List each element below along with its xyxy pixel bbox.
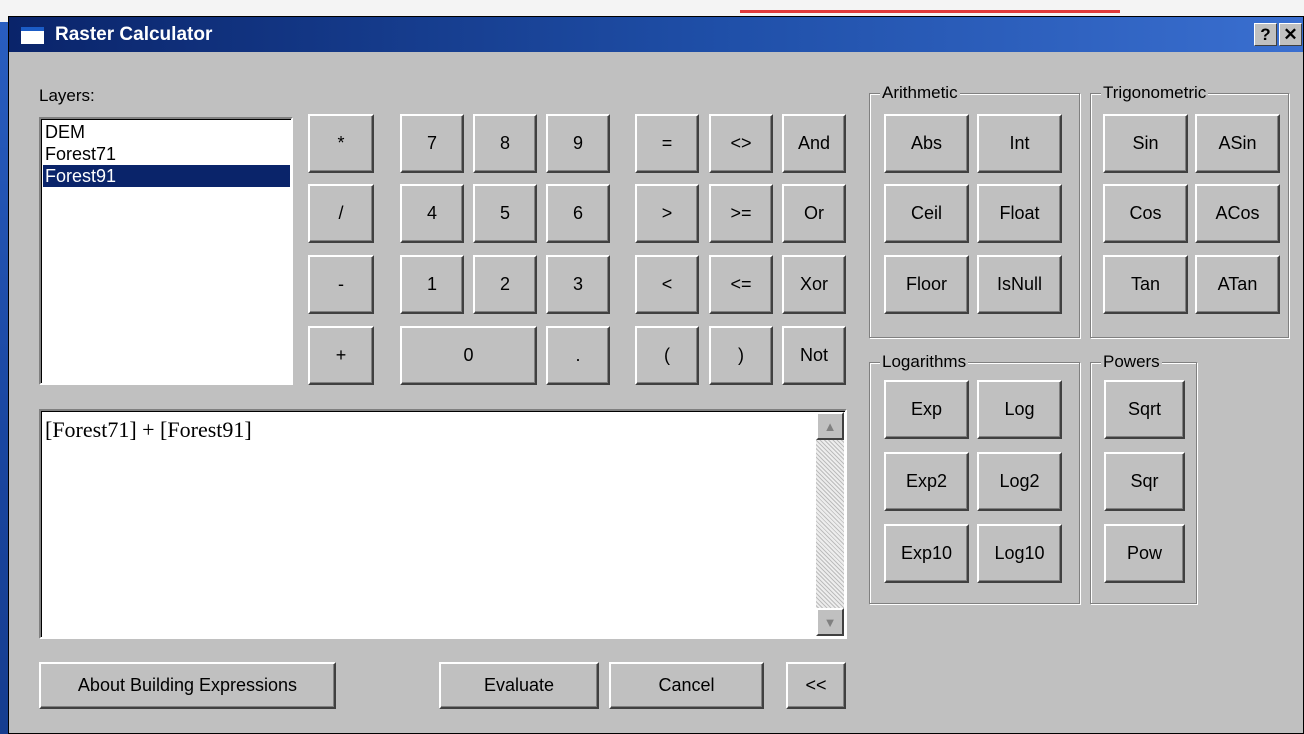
raster-calculator-dialog: Raster Calculator ? ✕ Layers: DEM Forest… bbox=[8, 16, 1304, 734]
divide-button[interactable]: / bbox=[308, 184, 374, 243]
and-button[interactable]: And bbox=[782, 114, 846, 173]
layers-list[interactable]: DEM Forest71 Forest91 bbox=[39, 117, 293, 385]
greater-equal-button[interactable]: >= bbox=[709, 184, 773, 243]
help-button[interactable]: ? bbox=[1254, 23, 1277, 46]
ceil-button[interactable]: Ceil bbox=[884, 184, 969, 243]
digit-3-button[interactable]: 3 bbox=[546, 255, 610, 314]
exp10-button[interactable]: Exp10 bbox=[884, 524, 969, 583]
multiply-button[interactable]: * bbox=[308, 114, 374, 173]
digit-9-button[interactable]: 9 bbox=[546, 114, 610, 173]
pow-button[interactable]: Pow bbox=[1104, 524, 1185, 583]
close-button[interactable]: ✕ bbox=[1279, 23, 1302, 46]
layer-item-forest71[interactable]: Forest71 bbox=[43, 143, 290, 165]
digit-5-button[interactable]: 5 bbox=[473, 184, 537, 243]
evaluate-button[interactable]: Evaluate bbox=[439, 662, 599, 709]
cos-button[interactable]: Cos bbox=[1103, 184, 1188, 243]
powers-group-title: Powers bbox=[1101, 352, 1162, 372]
layer-item-dem[interactable]: DEM bbox=[43, 121, 290, 143]
int-button[interactable]: Int bbox=[977, 114, 1062, 173]
digit-1-button[interactable]: 1 bbox=[400, 255, 464, 314]
abs-button[interactable]: Abs bbox=[884, 114, 969, 173]
close-paren-button[interactable]: ) bbox=[709, 326, 773, 385]
exp-button[interactable]: Exp bbox=[884, 380, 969, 439]
collapse-button[interactable]: << bbox=[786, 662, 846, 709]
slide-accent-line bbox=[740, 10, 1120, 13]
expression-text: [Forest71] + [Forest91] bbox=[45, 417, 252, 442]
minus-button[interactable]: - bbox=[308, 255, 374, 314]
window-icon bbox=[21, 27, 44, 44]
title-bar[interactable]: Raster Calculator ? ✕ bbox=[9, 17, 1303, 52]
sqrt-button[interactable]: Sqrt bbox=[1104, 380, 1185, 439]
digit-2-button[interactable]: 2 bbox=[473, 255, 537, 314]
sqr-button[interactable]: Sqr bbox=[1104, 452, 1185, 511]
scroll-up-arrow-icon[interactable]: ▲ bbox=[816, 412, 844, 440]
asin-button[interactable]: ASin bbox=[1195, 114, 1280, 173]
digit-0-button[interactable]: 0 bbox=[400, 326, 537, 385]
digit-4-button[interactable]: 4 bbox=[400, 184, 464, 243]
window-title: Raster Calculator bbox=[55, 24, 213, 45]
less-than-button[interactable]: < bbox=[635, 255, 699, 314]
floor-button[interactable]: Floor bbox=[884, 255, 969, 314]
layer-item-forest91[interactable]: Forest91 bbox=[43, 165, 290, 187]
log-button[interactable]: Log bbox=[977, 380, 1062, 439]
decimal-button[interactable]: . bbox=[546, 326, 610, 385]
isnull-button[interactable]: IsNull bbox=[977, 255, 1062, 314]
scroll-down-arrow-icon[interactable]: ▼ bbox=[816, 608, 844, 636]
log2-button[interactable]: Log2 bbox=[977, 452, 1062, 511]
not-button[interactable]: Not bbox=[782, 326, 846, 385]
greater-than-button[interactable]: > bbox=[635, 184, 699, 243]
acos-button[interactable]: ACos bbox=[1195, 184, 1280, 243]
trigonometric-group-title: Trigonometric bbox=[1101, 83, 1209, 103]
or-button[interactable]: Or bbox=[782, 184, 846, 243]
arithmetic-group-title: Arithmetic bbox=[880, 83, 960, 103]
xor-button[interactable]: Xor bbox=[782, 255, 846, 314]
less-equal-button[interactable]: <= bbox=[709, 255, 773, 314]
plus-button[interactable]: + bbox=[308, 326, 374, 385]
exp2-button[interactable]: Exp2 bbox=[884, 452, 969, 511]
not-equal-button[interactable]: <> bbox=[709, 114, 773, 173]
tan-button[interactable]: Tan bbox=[1103, 255, 1188, 314]
float-button[interactable]: Float bbox=[977, 184, 1062, 243]
digit-8-button[interactable]: 8 bbox=[473, 114, 537, 173]
digit-7-button[interactable]: 7 bbox=[400, 114, 464, 173]
logarithms-group-title: Logarithms bbox=[880, 352, 969, 372]
log10-button[interactable]: Log10 bbox=[977, 524, 1062, 583]
equals-button[interactable]: = bbox=[635, 114, 699, 173]
expression-textarea[interactable]: [Forest71] + [Forest91] ▲ ▼ bbox=[39, 409, 847, 639]
expression-scrollbar[interactable]: ▲ ▼ bbox=[816, 412, 844, 636]
digit-6-button[interactable]: 6 bbox=[546, 184, 610, 243]
cancel-button[interactable]: Cancel bbox=[609, 662, 764, 709]
layers-label: Layers: bbox=[39, 86, 95, 105]
atan-button[interactable]: ATan bbox=[1195, 255, 1280, 314]
sin-button[interactable]: Sin bbox=[1103, 114, 1188, 173]
about-building-expressions-button[interactable]: About Building Expressions bbox=[39, 662, 336, 709]
open-paren-button[interactable]: ( bbox=[635, 326, 699, 385]
